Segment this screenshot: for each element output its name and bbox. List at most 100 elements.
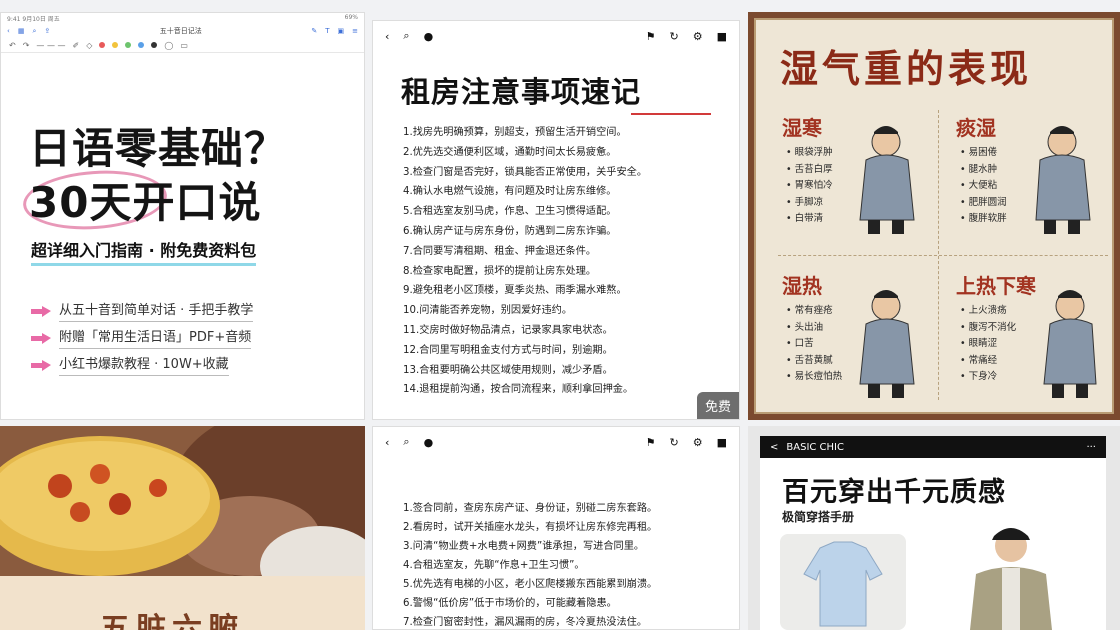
redo-icon[interactable]: ↷ (23, 41, 30, 50)
back-icon[interactable]: ‹ (385, 436, 389, 449)
fashion-nav-bar: < BASIC CHIC ··· (760, 436, 1106, 458)
back-button[interactable]: < (770, 442, 778, 453)
doc-line: 1.找房先明确预算，别超支，预留生活开销空间。 (403, 127, 627, 138)
doc-line: 7.合同要写清租期、租金、押金退还条件。 (403, 245, 597, 257)
doc-line: 13.合租要明确公共区域使用规则，减少矛盾。 (403, 364, 613, 376)
photo-card-food[interactable]: 五脏六腑 (0, 426, 365, 630)
title-line-2: 30天开口说 (29, 178, 262, 227)
doc-line: 8.检查家电配置，损坏的提前让房东处理。 (403, 265, 597, 277)
doc-line: 4.确认水电燃气设施，有问题及时让房东维修。 (403, 186, 617, 198)
doc-line: 9.避免租老小区顶楼，夏季炎热、雨季漏水难熬。 (403, 285, 627, 297)
gear-icon[interactable]: ⚙ (693, 30, 703, 43)
text-icon[interactable]: T (325, 27, 329, 35)
pen-icon[interactable]: ✎ (311, 27, 317, 35)
doc-line: 12.合同里写明租金支付方式与时间，别逾期。 (403, 344, 613, 356)
figure-illustration (1043, 290, 1097, 398)
lasso-icon[interactable]: ◯ (164, 41, 173, 50)
back-icon[interactable]: ‹ (7, 27, 10, 35)
eraser-icon[interactable]: ◇ (86, 41, 92, 50)
doc-line: 1.签合同前，查房东房产证、身份证，别碰二房东套路。 (403, 503, 658, 514)
doc-line: 6.确认房产证与房东身份，防遇到二房东诈骗。 (403, 226, 617, 237)
color-blue-swatch[interactable] (138, 42, 145, 48)
quadrant-list: 眼袋浮肿舌苔白厚胃寒怕冷手脚凉白带清 (786, 145, 833, 228)
flag-icon[interactable]: ⚑ (646, 436, 656, 449)
fashion-card[interactable]: < BASIC CHIC ··· 百元穿出千元质感 极简穿搭手册 (748, 426, 1120, 630)
figure-illustration (1035, 126, 1091, 234)
notes-nav-bar: ‹ ▦ ⌕ ⇪ 五十音日记法 ✎ T ▣ ≡ (1, 24, 364, 38)
doc-line: 6.警惕“低价房”低于市场价的，可能藏着隐患。 (403, 598, 617, 609)
title-line-1: 日语零基础？ (29, 124, 288, 173)
image-icon[interactable]: ▣ (338, 27, 345, 35)
drawing-toolbar: ↶ ↷ — — — ✐ ◇ ◯ ▭ (1, 38, 364, 53)
arrow-icon (31, 332, 51, 344)
undo-icon[interactable]: ↶ (9, 41, 16, 50)
doc-line: 10.问清能否养宠物，别因爱好违约。 (403, 305, 573, 317)
flag-icon[interactable]: ⚑ (646, 30, 656, 43)
doc-line: 2.优先选交通便利区域，通勤时间太长易疲惫。 (403, 146, 617, 158)
color-green-swatch[interactable] (125, 42, 132, 48)
grid-icon[interactable]: ▦ (18, 27, 25, 35)
doc-line: 5.合租选室友别马虎，作息、卫生习惯得适配。 (403, 206, 617, 218)
line-tool-icon[interactable]: — — — (36, 41, 65, 50)
food-photo (0, 426, 365, 630)
color-black-swatch[interactable] (151, 42, 158, 48)
free-badge[interactable]: 免费 (696, 392, 739, 419)
figure-illustration (859, 126, 915, 234)
divider (778, 255, 1108, 256)
status-bar: 9:41 9月10日 周五 69% (1, 13, 364, 24)
food-caption: 五脏六腑 (100, 612, 244, 630)
search-icon[interactable]: ⌕ (32, 27, 36, 36)
doc-line: 4.合租选室友，先聊“作息+卫生习惯”。 (403, 560, 585, 571)
quadrant-list: 上火溃疡腹泻不消化眼睛涩常痛经下身冷 (960, 303, 1017, 386)
status-time: 9:41 9月10日 周五 (7, 16, 60, 23)
arrow-icon (31, 359, 51, 371)
doc-line: 3.问清“物业费+水电费+网费”谁承担，写进合同里。 (403, 541, 645, 552)
doc-line: 11.交房时做好物品清点，记录家具家电状态。 (403, 325, 613, 336)
gear-icon[interactable]: ⚙ (693, 436, 703, 449)
doc-line: 7.检查门窗密封性，漏风漏雨的房，冬冷夏热没法住。 (403, 617, 648, 628)
quadrant-title: 痰湿 (956, 116, 996, 140)
more-button[interactable]: ··· (1086, 442, 1096, 453)
doc-line: 5.优先选有电梯的小区，老小区爬楼搬东西能累到崩溃。 (403, 579, 658, 590)
lock-icon[interactable]: ■ (717, 436, 727, 449)
figure-illustration (859, 290, 915, 398)
note-card-renting[interactable]: ‹ ⌕ ● ⚑ ↻ ⚙ ■ 租房注意事项速记 1.找房先明确预算，别超支，预留生… (372, 20, 740, 420)
quadrant-title: 湿热 (782, 274, 822, 298)
bullet-item: 小红书爆款教程 · 10W+收藏 (31, 353, 229, 376)
fashion-title: 百元穿出千元质感 (782, 477, 1006, 508)
search-icon[interactable]: ⌕ (403, 435, 409, 449)
lock-icon[interactable]: ■ (717, 30, 727, 43)
pencil-icon[interactable]: ✐ (73, 41, 80, 50)
bullet-item: 附赠「常用生活日语」PDF+音频 (31, 326, 252, 349)
quadrant-title: 上热下寒 (956, 274, 1036, 298)
note-card-japanese[interactable]: 9:41 9月10日 周五 69% ‹ ▦ ⌕ ⇪ 五十音日记法 ✎ T ▣ ≡… (0, 12, 365, 420)
more-icon[interactable]: ≡ (352, 27, 358, 35)
doc-toolbar: ‹ ⌕ ● ⚑ ↻ ⚙ ■ (373, 21, 739, 51)
refresh-icon[interactable]: ↻ (670, 30, 679, 43)
note-card-renting-2[interactable]: ‹ ⌕ ● ⚑ ↻ ⚙ ■ 1.签合同前，查房东房产证、身份证，别碰二房东套路。… (372, 426, 740, 630)
search-icon[interactable]: ⌕ (403, 29, 409, 43)
poster-card-dampness[interactable]: 湿气重的表现 湿寒 眼袋浮肿舌苔白厚胃寒怕冷手脚凉白带清 痰湿 易困倦腿水肿大便… (748, 12, 1120, 420)
bullet-item: 从五十音到简单对话 · 手把手教学 (31, 299, 254, 322)
bell-icon[interactable]: ● (424, 30, 434, 43)
title-underline (631, 113, 711, 115)
battery-level: 69% (344, 14, 358, 21)
poster-title: 湿气重的表现 (780, 46, 1033, 91)
bell-icon[interactable]: ● (424, 436, 434, 449)
doc-toolbar: ‹ ⌕ ● ⚑ ↻ ⚙ ■ (373, 427, 739, 457)
color-red-swatch[interactable] (99, 42, 106, 48)
doc-line: 2.看房时，试开关插座水龙头，有损坏让房东修完再租。 (403, 522, 658, 533)
quadrant-list: 常有痤疮头出油口苦舌苔黄腻易长痘怕热 (786, 303, 843, 386)
fashion-subtitle: 极简穿搭手册 (782, 510, 855, 524)
subtitle: 超详细入门指南 · 附免费资料包 (31, 237, 257, 266)
quadrant-title: 湿寒 (782, 116, 822, 140)
note-title: 五十音日记法 (159, 27, 202, 35)
fashion-screen: < BASIC CHIC ··· 百元穿出千元质感 极简穿搭手册 (760, 436, 1106, 630)
refresh-icon[interactable]: ↻ (670, 436, 679, 449)
back-icon[interactable]: ‹ (385, 30, 389, 43)
color-yellow-swatch[interactable] (112, 42, 119, 48)
share-icon[interactable]: ⇪ (44, 27, 50, 35)
product-card[interactable] (780, 534, 906, 630)
quadrant-list: 易困倦腿水肿大便粘肥胖圆润腹胖软胖 (960, 145, 1007, 228)
comment-icon[interactable]: ▭ (180, 41, 188, 50)
